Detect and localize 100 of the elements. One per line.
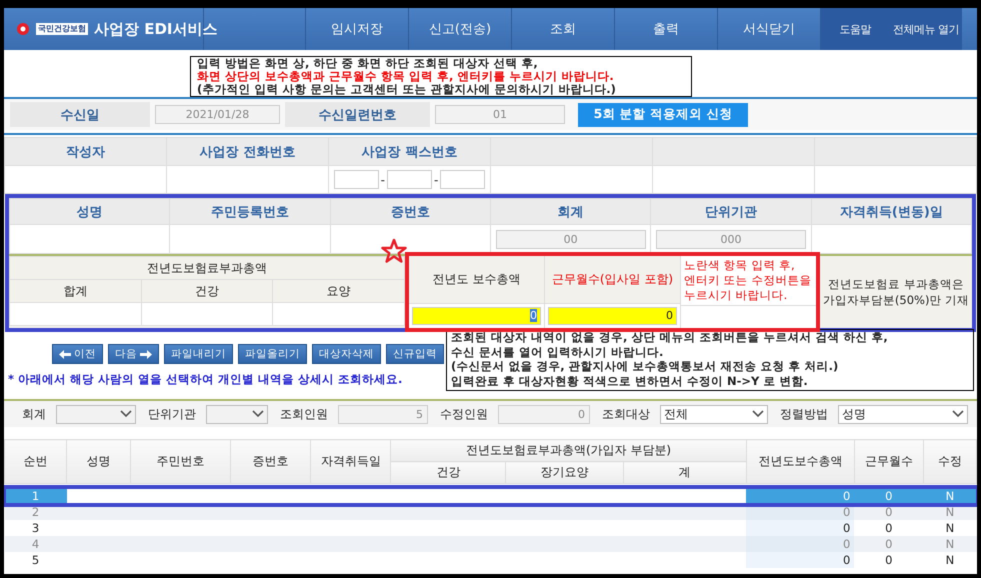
menu-item[interactable]: 출력 xyxy=(615,8,718,50)
dropdown[interactable]: 전체 xyxy=(660,404,768,424)
star-icon xyxy=(381,238,407,264)
readonly-field: 000 xyxy=(656,230,806,248)
column-header: 순번 xyxy=(24,454,48,468)
dropdown[interactable]: 성명 xyxy=(838,404,968,424)
action-button[interactable]: 신규입력 xyxy=(386,344,444,364)
field-label: 수신일련번호 xyxy=(285,102,430,127)
column-header: 건강 xyxy=(436,465,460,479)
column-header: 주민등록번호 xyxy=(210,204,289,220)
input-field[interactable] xyxy=(440,170,486,189)
notice-text: 화면 상단의 보수총액과 근무월수 항목 입력 후, 엔터키를 누르시기 바랍니다. xyxy=(197,70,615,83)
table-cell: N xyxy=(946,552,954,566)
table-cell: N xyxy=(946,536,954,550)
table-row[interactable]: 1 0 0 N xyxy=(4,488,976,504)
column-header: 근무월수 xyxy=(864,454,913,468)
input-field[interactable]: 0 xyxy=(548,307,677,325)
filter-label: 수정인원 xyxy=(439,406,489,422)
column-header: 요양 xyxy=(326,284,351,298)
dropdown[interactable] xyxy=(206,404,268,424)
column-header: 건강 xyxy=(194,284,219,298)
left-arrow-icon xyxy=(59,350,71,358)
column-header: 장기요양 xyxy=(540,465,589,479)
table-cell: N xyxy=(946,520,954,534)
action-button[interactable]: 대상자삭제 xyxy=(312,344,381,364)
column-header: 자격취득(변동)일 xyxy=(840,204,943,220)
table-cell: N xyxy=(946,504,954,518)
logo-text: 국민건강보험 xyxy=(36,23,88,35)
column-header: 사업장 전화번호 xyxy=(200,144,296,160)
table-cell: 5 xyxy=(32,552,40,566)
caret-icon xyxy=(120,410,132,418)
table-cell: N xyxy=(946,488,954,502)
input-field[interactable]: 0 xyxy=(412,307,541,325)
column-header: 증번호 xyxy=(390,204,430,220)
column-header: 수정 xyxy=(938,454,962,468)
column-header: 단위기관 xyxy=(704,204,757,220)
filter-label: 조회대상 xyxy=(601,406,651,422)
guide-text: 조회된 대상자 내역이 없을 경우, 상단 메뉴의 조회버튼을 누르셔서 검색 하신 후, xyxy=(451,330,889,344)
guide-text: 수신 문서를 열어 입력하시기 바랍니다. xyxy=(451,344,664,359)
action-button[interactable]: 파일올리기 xyxy=(238,344,307,364)
table-cell: 0 xyxy=(842,552,850,566)
notice-text: 입력 방법은 화면 상, 하단 중 화면 하단 조회된 대상자 선택 후, xyxy=(197,57,539,70)
input-field[interactable] xyxy=(387,170,432,189)
table-cell: 4 xyxy=(32,536,40,550)
table-row[interactable]: 2 0 0 N xyxy=(4,504,976,520)
guide-text: (수신문서 없을 경우, 관할지사에 보수총액통보서 재전송 요청 후 처리.) xyxy=(451,359,840,374)
menu-item[interactable]: 조회 xyxy=(512,8,615,50)
note-text: 전년도보험료 부과총액은 가입자부담분(50%)만 기재 xyxy=(822,276,970,309)
menu-button[interactable]: 도움말 xyxy=(821,8,889,50)
filter-label: 정렬방법 xyxy=(779,406,829,422)
separator: - xyxy=(380,172,385,186)
column-header: 성명 xyxy=(86,454,111,468)
column-header: 전년도 보수총액 xyxy=(432,271,520,288)
apply-button[interactable]: 5회 분할 적용제외 신청 xyxy=(578,102,748,126)
column-header: 계 xyxy=(678,465,691,479)
table-cell: 0 xyxy=(842,504,850,518)
readonly-field: 5 xyxy=(338,404,428,424)
table-cell: 3 xyxy=(32,520,40,534)
action-button[interactable]: 이전 xyxy=(52,344,103,364)
column-header: 증번호 xyxy=(252,454,289,468)
filter-label: 조회인원 xyxy=(279,406,329,422)
table-row[interactable]: 3 0 0 N xyxy=(4,520,976,536)
readonly-field: 01 xyxy=(435,105,565,124)
menu-item[interactable]: 임시저장 xyxy=(306,8,409,50)
column-header: 자격취득일 xyxy=(320,454,381,468)
caret-icon xyxy=(752,410,764,418)
readonly-field: 2021/01/28 xyxy=(155,105,280,124)
guide-text: 입력완료 후 대상자현황 적색으로 변하면서 수정이 N->Y 로 변함. xyxy=(451,374,809,388)
table-cell: 0 xyxy=(842,520,850,534)
table-cell: 2 xyxy=(32,504,40,518)
table-row[interactable]: 5 0 0 N xyxy=(4,552,976,568)
readonly-field: 00 xyxy=(496,230,646,248)
action-button[interactable]: 다음 xyxy=(108,344,159,364)
column-header: 회계 xyxy=(558,204,584,220)
group-header: 전년도보험료부과총액 xyxy=(147,260,267,274)
table-cell: 0 xyxy=(885,504,892,518)
column-header: 성명 xyxy=(76,204,103,220)
filter-label: 단위기관 xyxy=(147,406,197,422)
column-header: 주민번호 xyxy=(156,454,205,468)
notice-text: (추가적인 입력 사항 문의는 고객센터 또는 관할지사에 문의하시기 바랍니다.) xyxy=(197,83,617,96)
column-header: 합계 xyxy=(63,284,88,298)
logo-icon xyxy=(16,22,30,36)
menu-item[interactable]: 신고(전송) xyxy=(409,8,512,50)
table-row[interactable]: 4 0 0 N xyxy=(4,536,976,552)
table-cell: 0 xyxy=(885,552,892,566)
table-cell: 0 xyxy=(885,488,892,502)
column-header: 사업장 팩스번호 xyxy=(362,144,458,160)
dropdown[interactable] xyxy=(56,404,136,424)
menu-button[interactable]: 전체메뉴 열기 xyxy=(889,8,962,50)
caret-icon xyxy=(252,410,264,418)
column-header: 전년도보수총액 xyxy=(758,454,842,468)
input-field[interactable] xyxy=(334,170,379,189)
table-cell: 0 xyxy=(885,520,892,534)
instruction-text: * 아래에서 해당 사람의 열을 선택하여 개인별 내역을 상세시 조회하세요. xyxy=(8,372,404,387)
column-header: 전년도보험료부과총액(가입자 부담분) xyxy=(466,443,672,457)
table-cell: 1 xyxy=(32,488,40,502)
field-label: 수신일 xyxy=(10,102,150,127)
table-cell: 0 xyxy=(885,536,892,550)
column-header: 작성자 xyxy=(66,144,105,160)
action-button[interactable]: 파일내리기 xyxy=(164,344,233,364)
